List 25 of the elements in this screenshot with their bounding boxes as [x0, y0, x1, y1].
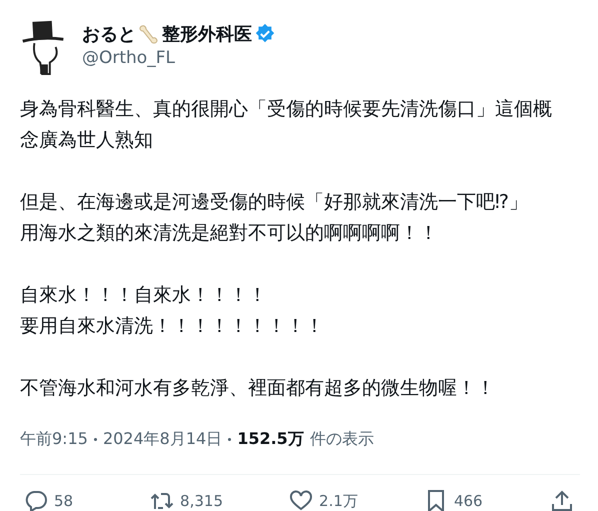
tweet-text-line: 念廣為世人熟知 — [20, 128, 153, 153]
tweet-text-line: 自來水！！！自來水！！！！ — [20, 283, 267, 308]
post-time[interactable]: 午前9:15 — [20, 429, 88, 450]
view-count: 152.5万 — [237, 429, 304, 450]
tweet-text-line: 用海水之類的來清洗是絕對不可以的啊啊啊啊！！ — [20, 221, 438, 246]
author-name[interactable]: おると — [82, 22, 136, 46]
bone-icon — [138, 24, 160, 44]
author-name[interactable]: 整形外科医 — [162, 22, 252, 46]
tweet-text-line: 但是、在海邊或是河邊受傷的時候「好那就來清洗一下吧⁉」 — [20, 190, 528, 215]
tweet-text-line: 身為骨科醫生、真的很開心「受傷的時候要先清洗傷口」這個概 — [20, 97, 552, 122]
share-icon — [550, 489, 574, 511]
tweet-text-line: 不管海水和河水有多乾淨、裡面都有超多的微生物喔！！ — [20, 376, 495, 401]
reply-button[interactable]: 58 — [24, 489, 84, 511]
author-handle[interactable]: @Ortho_FL — [82, 48, 276, 68]
share-button[interactable] — [550, 489, 574, 511]
speech-bubble-icon — [24, 489, 48, 511]
heart-icon — [289, 489, 314, 511]
bookmark-button[interactable]: 466 — [424, 489, 484, 511]
separator-dot-icon — [94, 438, 97, 441]
repost-button[interactable]: 8,315 — [150, 489, 223, 511]
views-label: 件の表示 — [310, 429, 374, 450]
separator-dot-icon — [228, 438, 232, 441]
post-date[interactable]: 2024年8月14日 — [102, 429, 222, 450]
like-button[interactable]: 2.1万 — [289, 489, 358, 511]
tweet-text-line: 要用自來水清洗！！！！！！！！！ — [20, 314, 324, 339]
